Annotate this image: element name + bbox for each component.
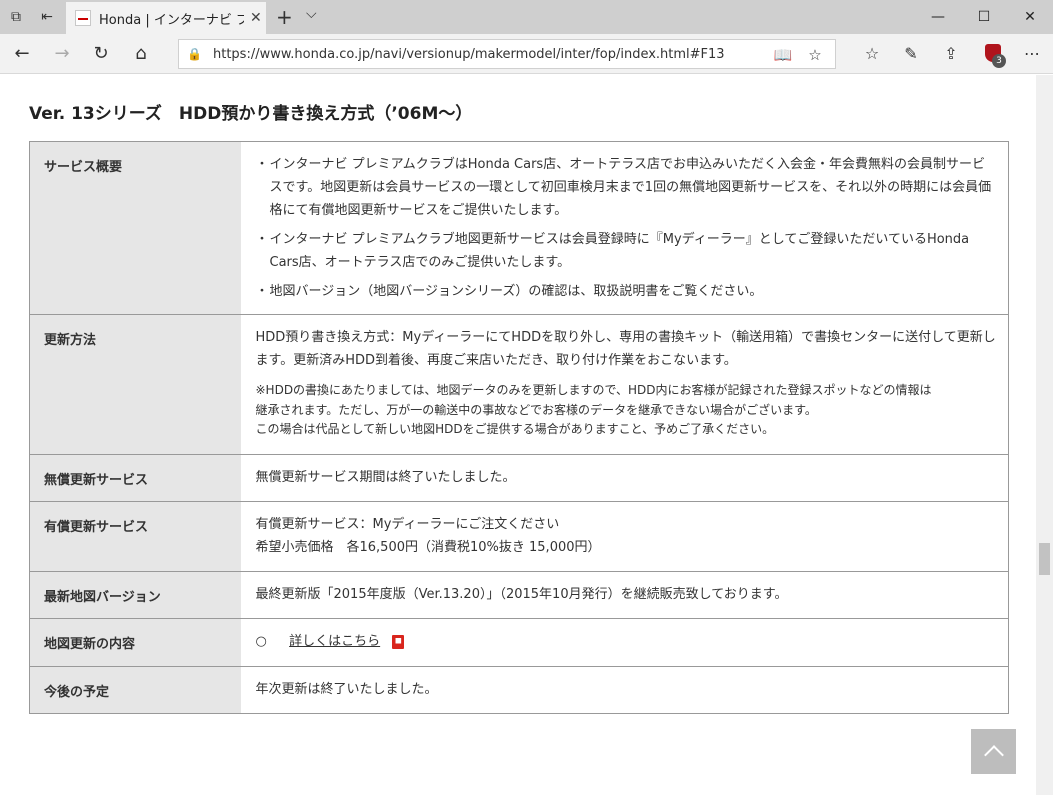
paid-service-line: 有償更新サービス：Myディーラーにご注文ください [255,517,560,532]
page-title: Ver. 13シリーズ HDD預かり書き換え方式（’06M～） [29,104,473,124]
back-to-top-button[interactable] [971,729,1016,774]
list-item: インターナビ プレミアムクラブ地図更新サービスは会員登録時に『Myディーラー』と… [256,228,997,274]
vertical-scrollbar[interactable] [1036,75,1053,795]
back-icon[interactable]: ← [10,42,34,66]
table-row: サービス概要 インターナビ プレミアムクラブはHonda Cars店、オートテラ… [29,141,1009,315]
details-link[interactable]: 詳しくはこちら [289,634,380,649]
note-line: 継承されます。ただし、万が一の輸送中の事故などでお客様のデータを継承できない場合… [255,402,817,417]
table-row: 更新方法 HDD預り書き換え方式：MyディーラーにてHDDを取り外し、専用の書換… [29,314,1009,455]
row-value: インターナビ プレミアムクラブはHonda Cars店、オートテラス店でお申込み… [240,141,1009,315]
page-viewport: Ver. 13シリーズ HDD預かり書き換え方式（’06M～） サービス概要 イ… [0,75,1036,795]
row-label: 今後の予定 [29,666,241,714]
maximize-icon[interactable]: ☐ [961,0,1007,34]
share-icon[interactable]: ⇪ [939,42,963,66]
table-row: 地図更新の内容 ○ 詳しくはこちら ⯀ [29,618,1009,667]
price-line: 希望小売価格 各16,500円（消費税10%抜き 15,000円） [255,540,601,555]
more-icon[interactable]: ⋯ [1020,42,1044,66]
table-row: 今後の予定 年次更新は終了いたしました。 [29,666,1009,714]
list-item: 地図バージョン（地図バージョンシリーズ）の確認は、取扱説明書をご覧ください。 [256,280,997,303]
update-method-text: HDD預り書き換え方式：MyディーラーにてHDDを取り外し、専用の書換キット（輸… [255,330,996,368]
active-tab[interactable]: Honda | インターナビ プレミ ✕ [66,2,266,34]
row-value: 有償更新サービス：Myディーラーにご注文ください 希望小売価格 各16,500円… [240,501,1009,572]
row-label: サービス概要 [29,141,241,315]
pdf-icon[interactable]: ⯀ [392,634,405,649]
table-row: 最新地図バージョン 最終更新版「2015年度版（Ver.13.20）」（2015… [29,571,1009,619]
circle-marker: ○ [255,634,267,649]
update-method-note: ※HDDの書換にあたりましては、地図データのみを更新しますので、HDD内にお客様… [256,381,997,440]
row-value: ○ 詳しくはこちら ⯀ [240,618,1009,667]
note-line: この場合は代品として新しい地図HDDをご提供する場合がありますこと、予めご了承く… [255,422,775,436]
tab-close-icon[interactable]: ✕ [250,10,262,26]
tab-list-chevron-down-icon[interactable]: ⌵ [306,6,317,22]
home-icon[interactable]: ⌂ [129,42,153,66]
row-value: 無償更新サービス期間は終了いたしました。 [240,454,1009,502]
list-item: インターナビ プレミアムクラブはHonda Cars店、オートテラス店でお申込み… [256,153,997,222]
forward-icon[interactable]: → [50,42,74,66]
extension-count-badge: 3 [992,54,1006,68]
favorite-star-icon[interactable]: ☆ [805,45,825,65]
row-value: 最終更新版「2015年度版（Ver.13.20）」（2015年10月発行）を継続… [240,571,1009,619]
honda-favicon-icon [75,10,91,26]
row-label: 更新方法 [29,314,241,455]
address-bar[interactable]: 🔒 https://www.honda.co.jp/navi/versionup… [178,39,836,69]
row-value: HDD預り書き換え方式：MyディーラーにてHDDを取り外し、専用の書換キット（輸… [240,314,1009,455]
lock-icon[interactable]: 🔒 [187,47,202,61]
tab-title: Honda | インターナビ プレミ [99,12,244,28]
url-text[interactable]: https://www.honda.co.jp/navi/versionup/m… [213,47,725,62]
row-label: 最新地図バージョン [29,571,241,619]
minimize-icon[interactable]: — [915,0,961,34]
row-label: 地図更新の内容 [29,618,241,667]
window-close-icon[interactable]: ✕ [1007,0,1053,34]
table-row: 有償更新サービス 有償更新サービス：Myディーラーにご注文ください 希望小売価格… [29,501,1009,572]
refresh-icon[interactable]: ↻ [89,42,113,66]
row-label: 無償更新サービス [29,454,241,502]
title-bar: ⧉ ⇤ Honda | インターナビ プレミ ✕ + ⌵ — ☐ ✕ [0,0,1053,34]
reading-view-icon[interactable]: 📖 [773,45,793,65]
row-label: 有償更新サービス [29,501,241,572]
browser-toolbar: ← → ↻ ⌂ 🔒 https://www.honda.co.jp/navi/v… [0,34,1053,74]
spec-table: サービス概要 インターナビ プレミアムクラブはHonda Cars店、オートテラ… [29,141,1009,714]
row-value: 年次更新は終了いたしました。 [240,666,1009,714]
tab-actions-icon[interactable]: ⧉ [7,8,25,26]
set-aside-tabs-icon[interactable]: ⇤ [38,8,56,26]
favorites-icon[interactable]: ☆ [860,42,884,66]
scrollbar-thumb[interactable] [1039,543,1050,575]
table-row: 無償更新サービス 無償更新サービス期間は終了いたしました。 [29,454,1009,502]
note-line: ※HDDの書換にあたりましては、地図データのみを更新しますので、HDD内にお客様… [255,383,932,397]
pen-icon[interactable]: ✎ [899,42,923,66]
new-tab-icon[interactable]: + [276,5,293,29]
